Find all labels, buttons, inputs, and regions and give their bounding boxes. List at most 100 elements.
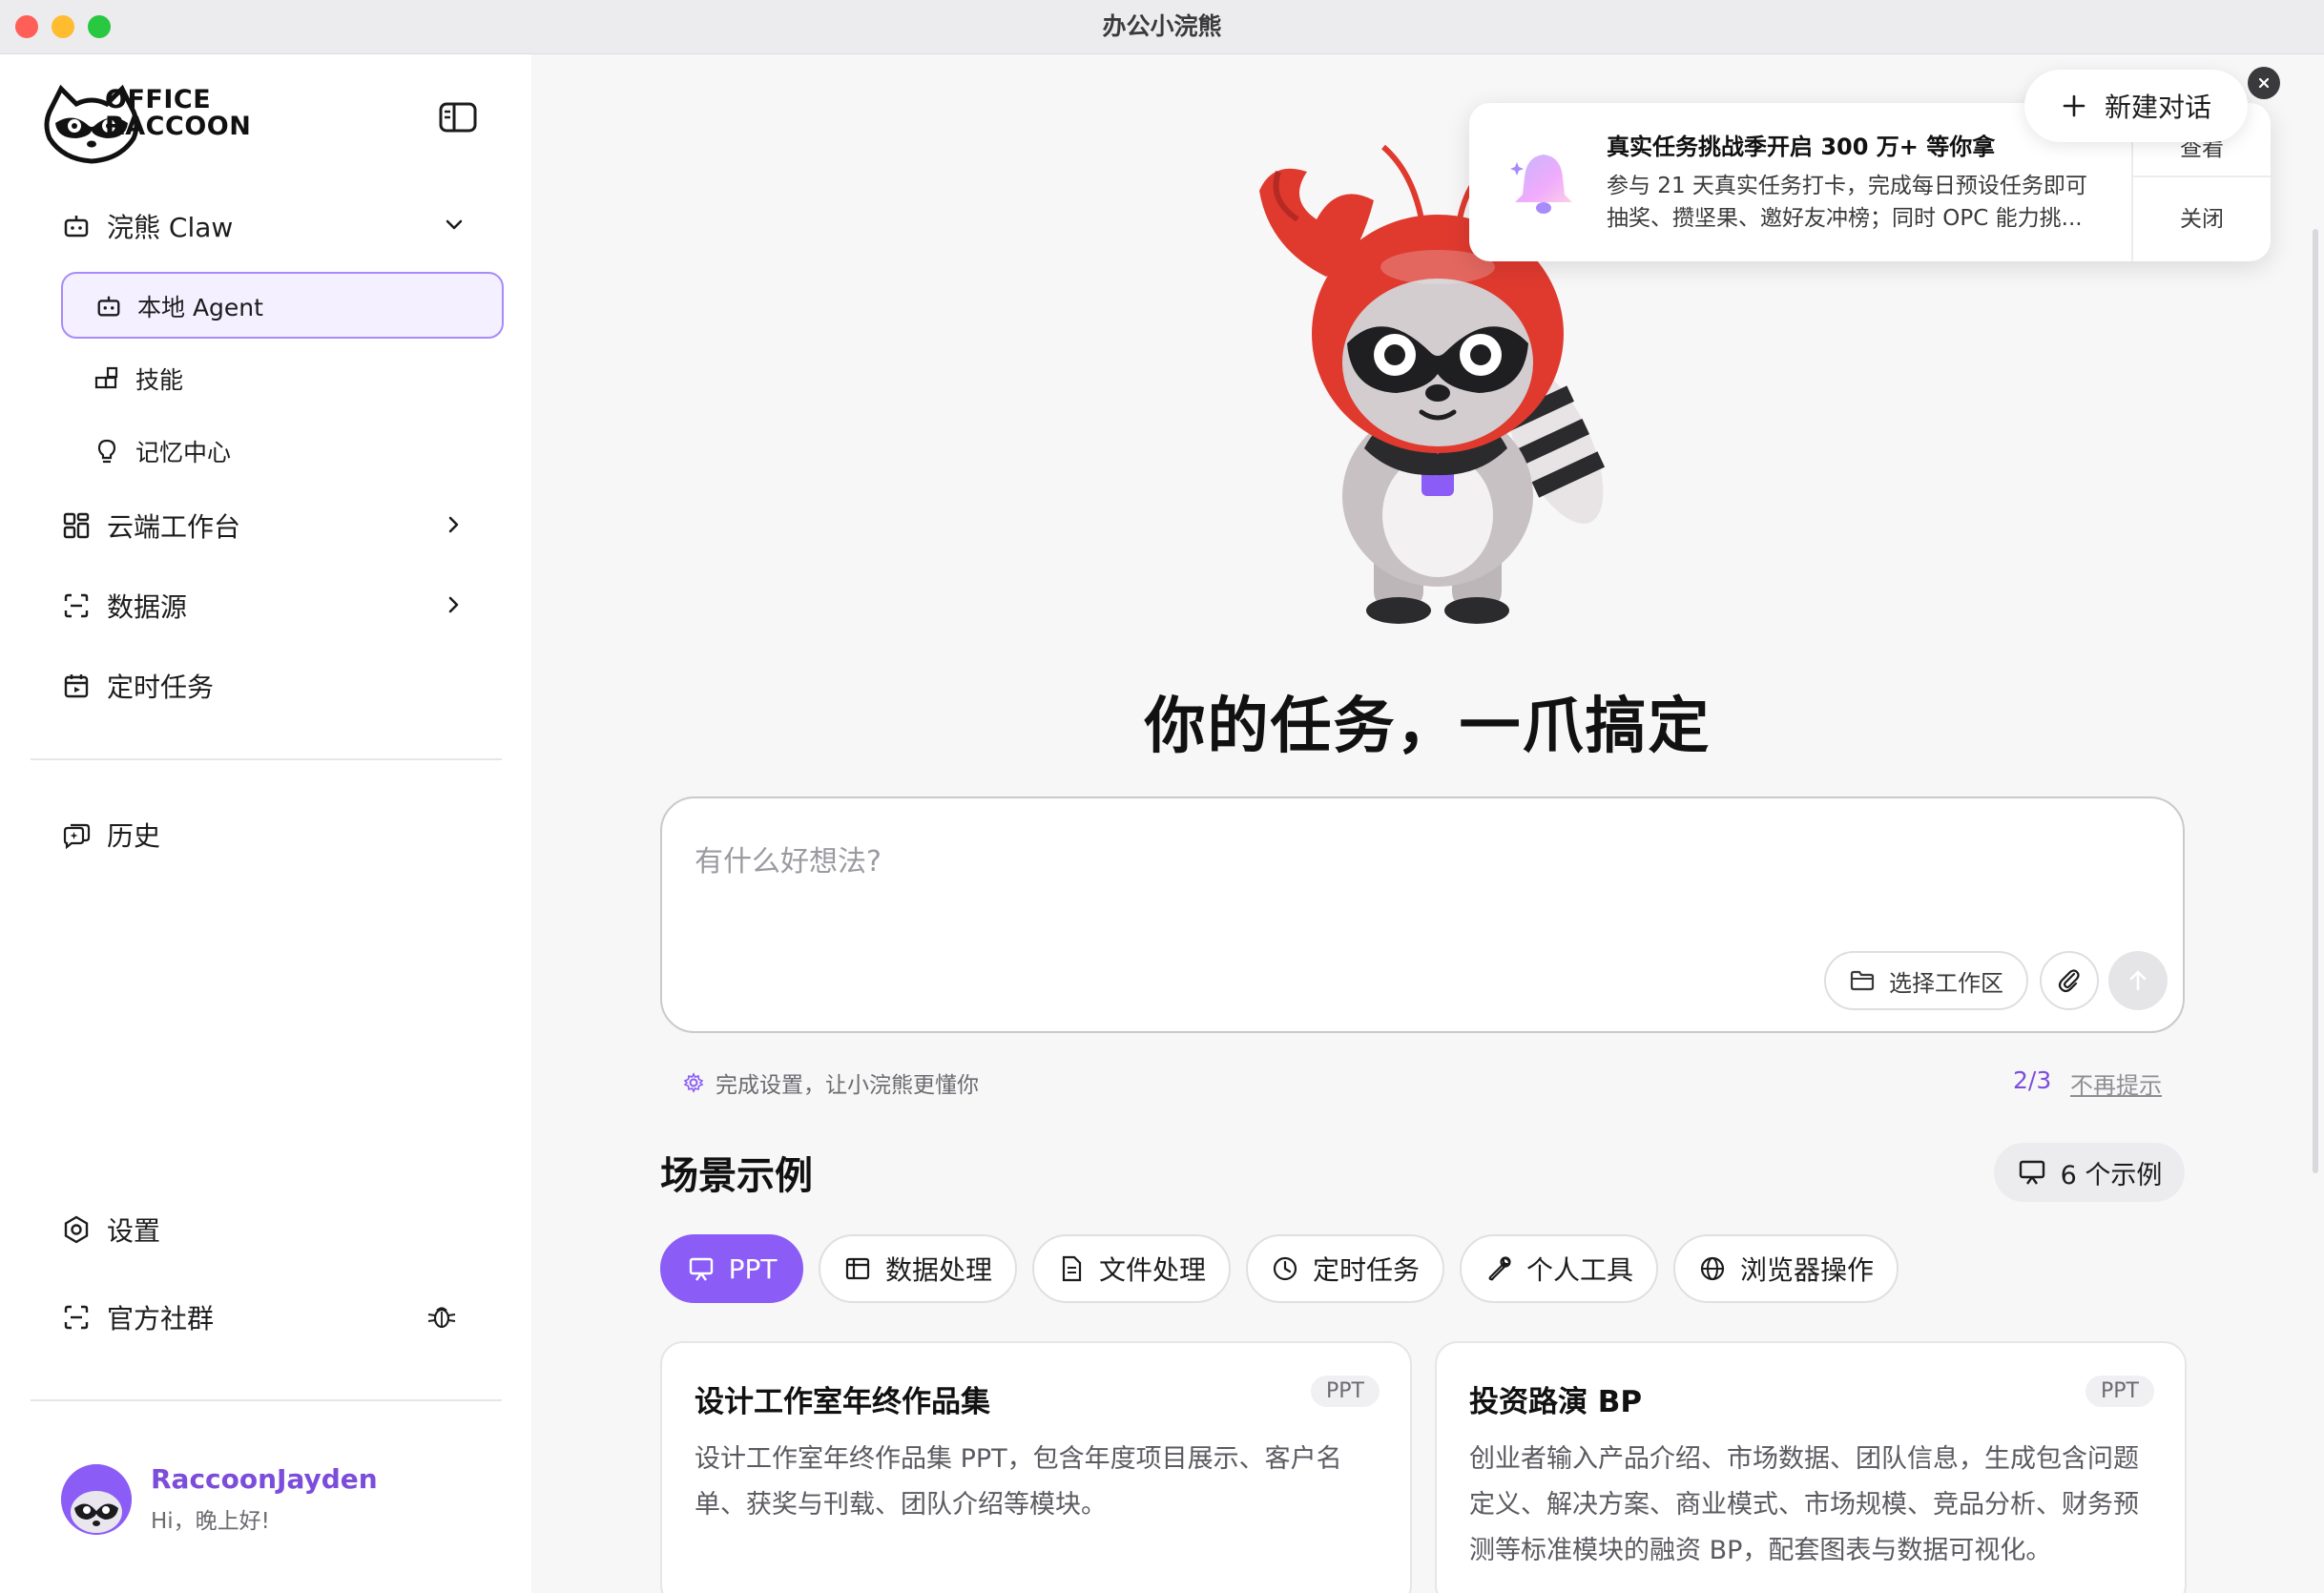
card-title: 投资路演 BP: [1469, 1385, 1643, 1419]
select-workspace-label: 选择工作区: [1889, 969, 2003, 997]
setup-hint[interactable]: 完成设置，让小浣熊更懂你: [683, 1066, 979, 1099]
sidebar-item-settings[interactable]: 设置: [61, 1210, 160, 1249]
paperclip-icon: [2058, 969, 2080, 993]
sidebar-item-label: 云端工作台: [107, 511, 241, 543]
sidebar-item-history[interactable]: 历史: [61, 816, 160, 854]
examples-count-label: 6 个示例: [2060, 1160, 2163, 1190]
chat-history-icon: [61, 819, 92, 850]
sidebar: OFFICE RACCOON 浣熊 Claw 本地 Agent 技能 记忆中心 …: [0, 54, 531, 1593]
attach-button[interactable]: [2040, 951, 2099, 1010]
category-chip-files[interactable]: 文件处理: [1032, 1234, 1231, 1303]
select-workspace-button[interactable]: 选择工作区: [1824, 951, 2028, 1010]
example-card[interactable]: 设计工作室年终作品集 PPT 设计工作室年终作品集 PPT，包含年度项目展示、客…: [660, 1341, 1412, 1593]
plus-icon: [2063, 94, 2085, 117]
category-label: 定时任务: [1312, 1254, 1420, 1286]
sidebar-item-label: 记忆中心: [135, 439, 232, 466]
page-headline: 你的任务，一爪搞定: [1144, 692, 1712, 762]
datasource-icon: [61, 590, 92, 621]
window-title: 办公小浣熊: [1102, 12, 1222, 40]
table-icon: [845, 1257, 870, 1280]
wrench-icon: [1488, 1256, 1511, 1281]
sidebar-divider: [31, 1399, 502, 1401]
settings-icon: [61, 1214, 92, 1245]
title-bar: 办公小浣熊: [0, 0, 2324, 54]
avatar[interactable]: [61, 1464, 132, 1535]
presentation-icon: [689, 1257, 713, 1281]
card-description: 创业者输入产品介绍、市场数据、团队信息，生成包含问题定义、解决方案、商业模式、市…: [1469, 1444, 2139, 1565]
community-icon: [61, 1302, 92, 1333]
category-label: 浏览器操作: [1739, 1254, 1874, 1286]
prompt-input[interactable]: [693, 837, 2032, 886]
calendar-icon: [61, 671, 92, 701]
sidebar-item-label: 数据源: [107, 591, 188, 623]
sidebar-item-local-agent[interactable]: 本地 Agent: [61, 272, 504, 339]
sidebar-item-label: 浣熊 Claw: [107, 212, 234, 243]
notification-title: 真实任务挑战季开启 300 万+ 等你拿: [1607, 134, 1996, 160]
sidebar-item-cloud-workspace[interactable]: 云端工作台: [61, 507, 240, 545]
logo-line-2: RACCOON: [105, 112, 252, 141]
card-tag: PPT: [1311, 1376, 1380, 1407]
prompt-box: 选择工作区: [660, 796, 2185, 1033]
setup-progress: 2/3: [2013, 1066, 2052, 1094]
new-chat-label: 新建对话: [2104, 92, 2211, 123]
category-chip-scheduled[interactable]: 定时任务: [1246, 1234, 1444, 1303]
example-card[interactable]: 投资路演 BP PPT 创业者输入产品介绍、市场数据、团队信息，生成包含问题定义…: [1435, 1341, 2187, 1593]
category-chip-ppt[interactable]: PPT: [660, 1234, 803, 1303]
robot-icon: [61, 211, 92, 241]
bulb-icon: [93, 438, 120, 465]
dont-show-again-link[interactable]: 不再提示: [2070, 1066, 2162, 1100]
sidebar-item-scheduled-tasks[interactable]: 定时任务: [61, 667, 214, 705]
logo-text: OFFICE RACCOON: [105, 87, 251, 140]
sidebar-item-label: 技能: [135, 366, 184, 394]
user-name[interactable]: RaccoonJayden: [151, 1463, 378, 1495]
sidebar-item-label: 定时任务: [107, 672, 215, 703]
category-chip-data[interactable]: 数据处理: [819, 1234, 1017, 1303]
new-chat-button[interactable]: 新建对话: [2024, 70, 2248, 142]
category-label: PPT: [728, 1252, 778, 1285]
sidebar-item-community[interactable]: 官方社群: [61, 1298, 214, 1336]
clock-icon: [1273, 1256, 1297, 1281]
sidebar-item-label: 历史: [107, 820, 161, 852]
category-label: 个人工具: [1525, 1254, 1633, 1286]
presentation-icon: [2019, 1160, 2044, 1185]
sidebar-item-claw[interactable]: 浣熊 Claw: [61, 207, 233, 245]
sidebar-item-memory[interactable]: 记忆中心: [93, 434, 231, 468]
sidebar-toggle-icon[interactable]: [435, 96, 481, 138]
logo-line-1: OFFICE: [105, 85, 212, 114]
setup-hint-text: 完成设置，让小浣熊更懂你: [716, 1073, 979, 1098]
notification-divider: [2133, 176, 2271, 177]
robot-icon: [95, 293, 122, 320]
category-chip-browser[interactable]: 浏览器操作: [1673, 1234, 1899, 1303]
close-icon: [2258, 77, 2270, 89]
chevron-right-icon[interactable]: [441, 511, 467, 538]
skills-icon: [93, 365, 120, 392]
gear-icon: [683, 1072, 704, 1093]
document-icon: [1062, 1255, 1082, 1282]
category-chip-tools[interactable]: 个人工具: [1460, 1234, 1658, 1303]
send-button[interactable]: [2108, 951, 2168, 1010]
chevron-right-icon[interactable]: [441, 591, 467, 618]
sidebar-item-label: 官方社群: [107, 1303, 215, 1334]
globe-icon: [1700, 1256, 1725, 1281]
sidebar-item-skills[interactable]: 技能: [93, 362, 183, 396]
arrow-up-icon: [2129, 970, 2147, 991]
notification-body: 参与 21 天真实任务打卡，完成每日预设任务即可抽奖、攒坚果、邀好友冲榜；同时 …: [1607, 174, 2087, 231]
category-label: 数据处理: [884, 1254, 992, 1286]
scenes-title: 场景示例: [660, 1154, 813, 1198]
sidebar-item-label: 设置: [107, 1215, 161, 1247]
card-description: 设计工作室年终作品集 PPT，包含年度项目展示、客户名单、获奖与刊载、团队介绍等…: [695, 1444, 1342, 1520]
category-label: 文件处理: [1098, 1254, 1206, 1286]
sidebar-divider: [31, 758, 502, 760]
bug-icon[interactable]: [425, 1300, 458, 1333]
bell-icon: [1510, 155, 1572, 214]
sidebar-item-label: 本地 Agent: [137, 294, 263, 321]
sidebar-item-datasource[interactable]: 数据源: [61, 587, 187, 625]
notification-close-button[interactable]: 关闭: [2133, 200, 2271, 233]
chevron-down-icon[interactable]: [441, 212, 467, 238]
raccoon-avatar-icon: [61, 1464, 132, 1535]
card-tag: PPT: [2085, 1376, 2154, 1407]
examples-count-button[interactable]: 6 个示例: [1994, 1143, 2185, 1202]
folder-icon: [1850, 970, 1875, 991]
close-notification-button[interactable]: [2248, 67, 2280, 99]
card-title: 设计工作室年终作品集: [695, 1385, 990, 1419]
